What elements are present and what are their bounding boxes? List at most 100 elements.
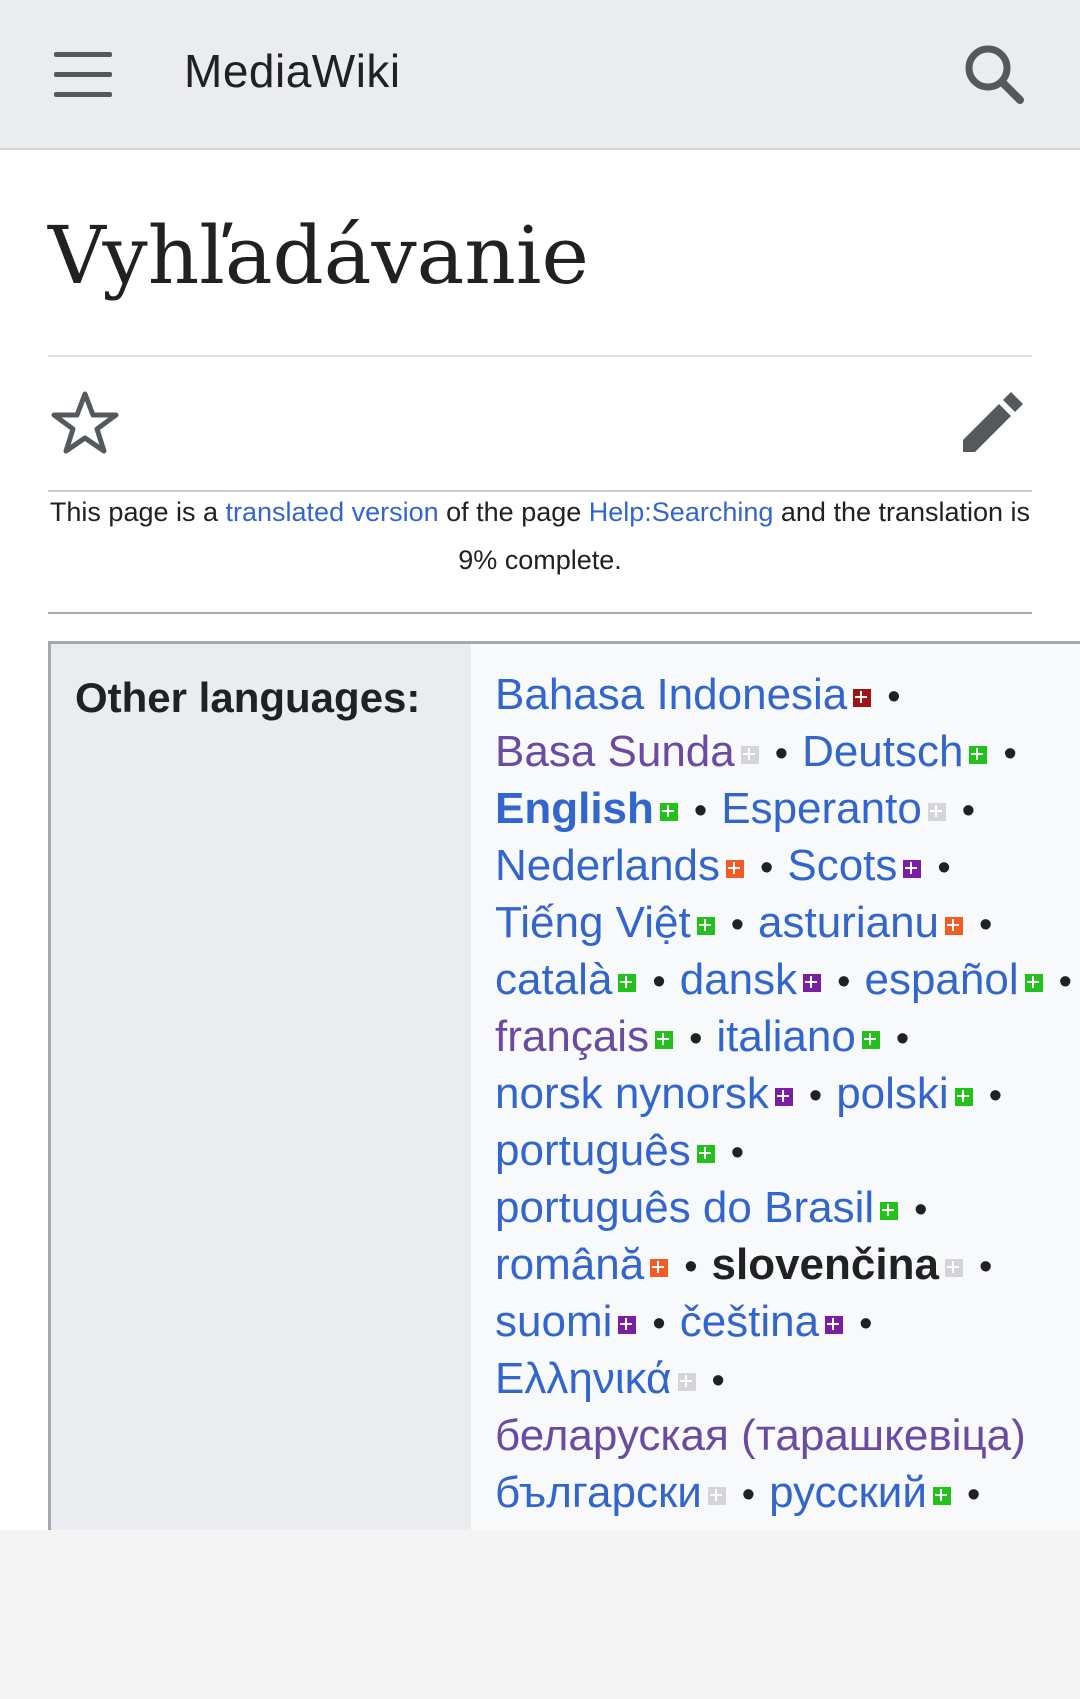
language-separator: • bbox=[887, 676, 901, 718]
language-separator: • bbox=[730, 904, 744, 946]
translation-status-icon bbox=[1024, 974, 1043, 992]
language-separator: • bbox=[1058, 961, 1072, 1003]
language-separator: • bbox=[978, 1246, 993, 1288]
page-footer-background bbox=[0, 1530, 1080, 1699]
hamburger-menu-icon[interactable] bbox=[54, 52, 112, 97]
language-link[interactable]: беларуская (тарашкевіца) bbox=[495, 1411, 1026, 1460]
language-line: français • italiano • bbox=[495, 1008, 1080, 1065]
language-separator: • bbox=[808, 1075, 823, 1117]
language-link[interactable]: italiano bbox=[716, 1012, 855, 1061]
languages-label: Other languages: bbox=[75, 674, 421, 721]
title-divider bbox=[48, 355, 1032, 357]
language-list: Bahasa Indonesia • Basa Sunda • Deutsch • Engl… bbox=[495, 666, 1080, 1521]
language-line: norsk nynorsk • polski • bbox=[495, 1065, 1080, 1122]
language-line: português • bbox=[495, 1122, 1080, 1179]
language-separator: • bbox=[689, 1018, 703, 1060]
site-brand[interactable]: MediaWiki bbox=[184, 44, 401, 98]
language-link[interactable]: dansk bbox=[680, 955, 797, 1004]
language-line: български • русский • bbox=[495, 1464, 1080, 1521]
language-link[interactable]: Ελληνικά bbox=[495, 1354, 672, 1403]
pencil-icon[interactable] bbox=[955, 388, 1027, 460]
language-separator: • bbox=[895, 1018, 910, 1060]
language-separator: • bbox=[859, 1303, 873, 1345]
language-link[interactable]: русский bbox=[769, 1468, 927, 1517]
language-link[interactable]: polski bbox=[836, 1069, 949, 1118]
translation-status-icon bbox=[618, 974, 637, 992]
language-separator: • bbox=[730, 1132, 745, 1174]
translation-status-icon bbox=[740, 746, 759, 764]
language-separator: • bbox=[961, 790, 976, 832]
language-separator: • bbox=[979, 904, 993, 946]
language-link[interactable]: Tiếng Việt bbox=[495, 898, 691, 947]
language-separator: • bbox=[693, 790, 708, 832]
language-link[interactable]: български bbox=[495, 1468, 702, 1517]
translation-status-icon bbox=[707, 1487, 726, 1505]
language-link[interactable]: Scots bbox=[787, 841, 897, 890]
other-languages-box: Other languages: Bahasa Indonesia • Basa S… bbox=[48, 641, 1080, 1530]
language-separator: • bbox=[652, 961, 666, 1003]
language-separator: • bbox=[988, 1075, 1003, 1117]
language-link[interactable]: suomi bbox=[495, 1297, 612, 1346]
top-bar: MediaWiki bbox=[0, 0, 1080, 150]
translation-status-icon bbox=[954, 1088, 973, 1106]
translation-status-icon bbox=[945, 917, 964, 935]
translation-status-icon bbox=[861, 1031, 880, 1049]
help-searching-link[interactable]: Help:Searching bbox=[589, 497, 774, 527]
translation-status-icon bbox=[696, 917, 715, 935]
language-line: English • Esperanto • bbox=[495, 780, 1080, 837]
translation-status-icon bbox=[655, 1031, 674, 1049]
language-line: Tiếng Việt • asturianu • bbox=[495, 894, 1080, 951]
main-content: Vyhľadávanie This page is a translated v… bbox=[0, 150, 1080, 1530]
translation-status-icon bbox=[618, 1316, 637, 1334]
language-separator: • bbox=[684, 1246, 698, 1288]
translated-version-link[interactable]: translated version bbox=[226, 497, 439, 527]
language-link[interactable]: Basa Sunda bbox=[495, 727, 735, 776]
notice-text: of the page bbox=[438, 497, 589, 527]
translation-status-icon bbox=[927, 803, 946, 821]
language-link[interactable]: español bbox=[864, 955, 1018, 1004]
language-link[interactable]: română bbox=[495, 1240, 644, 1289]
translation-status-icon bbox=[969, 746, 988, 764]
language-link[interactable]: Nederlands bbox=[495, 841, 720, 890]
language-link[interactable]: Deutsch bbox=[802, 727, 963, 776]
language-line: português do Brasil • bbox=[495, 1179, 1080, 1236]
language-line: Nederlands • Scots • bbox=[495, 837, 1080, 894]
language-separator: • bbox=[711, 1360, 725, 1402]
search-icon[interactable] bbox=[960, 40, 1030, 110]
language-separator: • bbox=[1003, 733, 1017, 775]
language-link[interactable]: English bbox=[495, 784, 654, 833]
language-link[interactable]: Bahasa Indonesia bbox=[495, 670, 847, 719]
translation-status-icon bbox=[853, 689, 872, 707]
language-separator: • bbox=[966, 1474, 981, 1516]
translation-status-icon bbox=[903, 860, 922, 878]
translation-status-icon bbox=[696, 1145, 715, 1163]
language-separator: • bbox=[914, 1189, 928, 1231]
language-link[interactable]: asturianu bbox=[758, 898, 939, 947]
language-line: suomi • čeština • bbox=[495, 1293, 1080, 1350]
notice-text: This page is a bbox=[49, 497, 226, 527]
translation-status-icon bbox=[677, 1373, 696, 1391]
translation-status-icon bbox=[650, 1259, 669, 1277]
page-title: Vyhľadávanie bbox=[48, 209, 589, 302]
language-link[interactable]: português do Brasil bbox=[495, 1183, 874, 1232]
translation-status-icon bbox=[659, 803, 678, 821]
language-link[interactable]: Esperanto bbox=[721, 784, 922, 833]
translation-status-icon bbox=[803, 974, 822, 992]
language-link[interactable]: português bbox=[495, 1126, 691, 1175]
language-link[interactable]: català bbox=[495, 955, 612, 1004]
language-separator: • bbox=[652, 1303, 666, 1345]
translation-status-icon bbox=[944, 1259, 963, 1277]
star-icon[interactable] bbox=[50, 388, 120, 458]
language-line: Bahasa Indonesia • bbox=[495, 666, 1080, 723]
languages-label-cell: Other languages: bbox=[51, 644, 471, 1530]
language-separator: • bbox=[837, 961, 851, 1003]
translation-status-icon bbox=[825, 1316, 844, 1334]
language-link[interactable]: français bbox=[495, 1012, 649, 1061]
language-link[interactable]: norsk nynorsk bbox=[495, 1069, 769, 1118]
language-line: català • dansk • español • bbox=[495, 951, 1080, 1008]
language-line: Basa Sunda • Deutsch • bbox=[495, 723, 1080, 780]
translation-status-icon bbox=[880, 1202, 899, 1220]
translation-status-icon bbox=[726, 860, 745, 878]
language-link[interactable]: čeština bbox=[680, 1297, 819, 1346]
translation-status-icon bbox=[932, 1487, 951, 1505]
